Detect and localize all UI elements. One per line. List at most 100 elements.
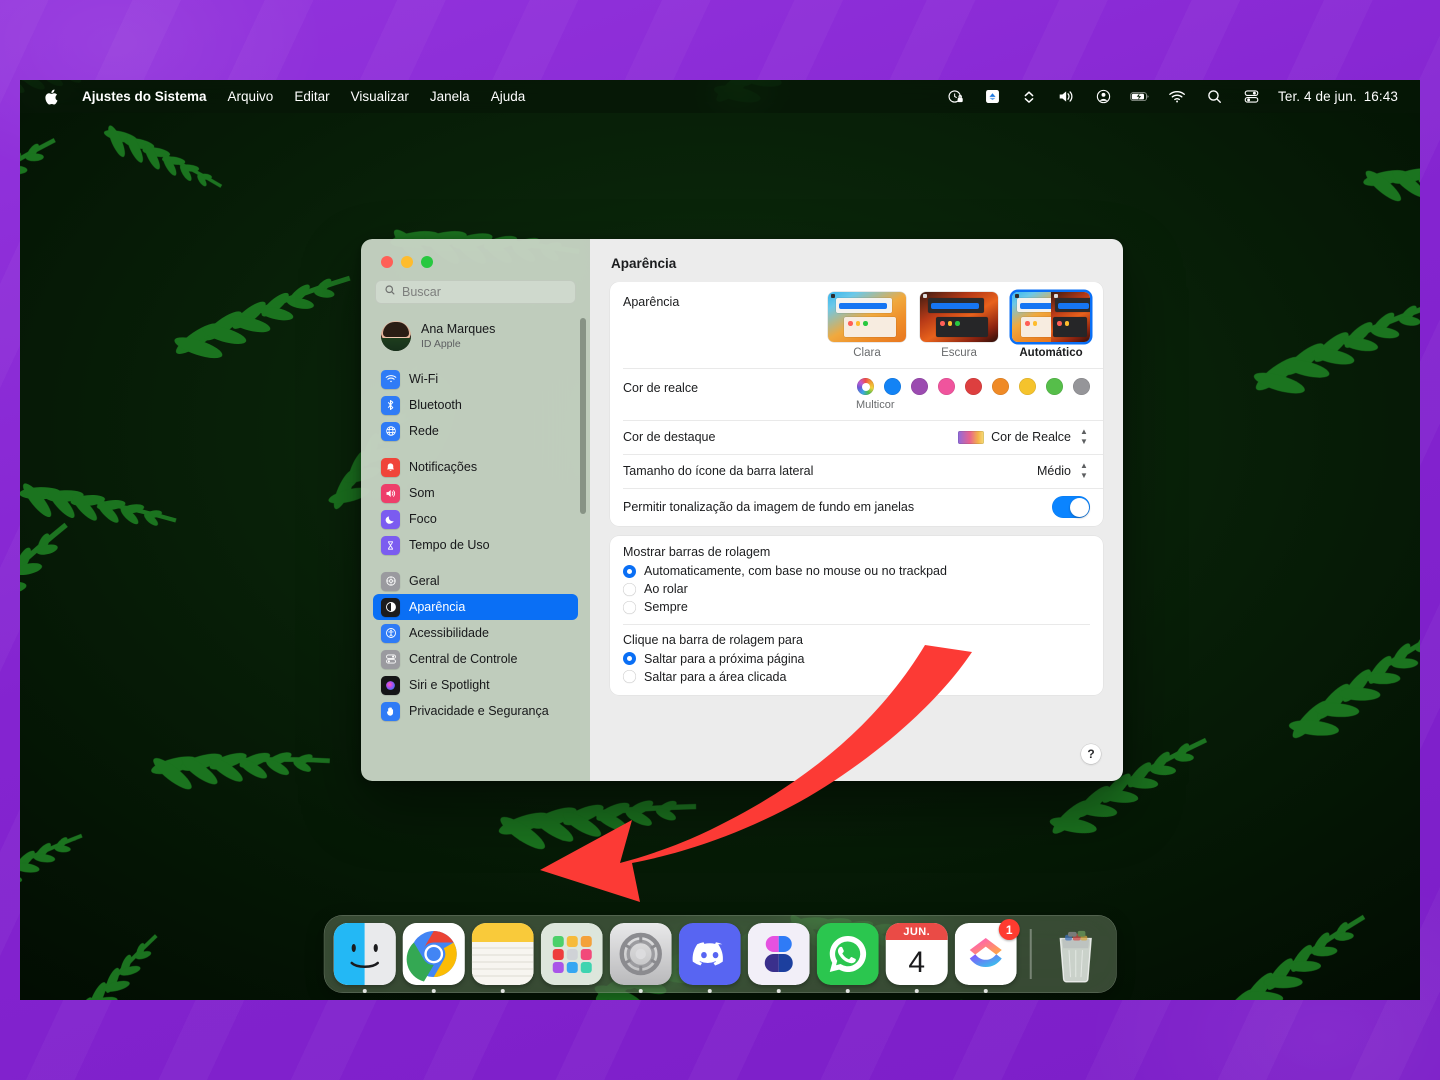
chevron-updown-icon[interactable]: ▲ ▼ (1078, 462, 1090, 480)
trash-icon (1044, 923, 1106, 985)
accessibility-icon (381, 623, 400, 643)
dock-item-figma-like[interactable] (747, 923, 810, 993)
sidebar-item-som[interactable]: Som (373, 480, 578, 506)
highlight-color-row[interactable]: Cor de destaque Cor de Realce ▲ ▼ (610, 420, 1103, 454)
apple-account-row[interactable]: Ana Marques ID Apple (373, 316, 578, 356)
radio-option-clicked-spot[interactable]: Saltar para a área clicada (623, 668, 1090, 686)
accent-color-swatches (857, 378, 1090, 395)
radio-icon (623, 670, 636, 683)
sidebar-item-acessibilidade[interactable]: Acessibilidade (373, 620, 578, 646)
accent-swatch-green[interactable] (1046, 378, 1063, 395)
menubar-date: Ter. 4 de jun. (1278, 89, 1357, 104)
sidebar-icon-size-row[interactable]: Tamanho do ícone da barra lateral Médio … (610, 454, 1103, 488)
sidebar-scroll-area[interactable]: Ana Marques ID Apple Wi-Fi Bluetooth Red… (361, 304, 590, 781)
sidebar-item-privacidade-e-seguranca[interactable]: Privacidade e Segurança (373, 698, 578, 724)
theme-option-escura[interactable]: Escura (920, 292, 998, 359)
search-input[interactable]: Buscar (375, 280, 576, 304)
theme-label: Automático (1019, 347, 1083, 359)
account-name: Ana Marques (421, 322, 496, 337)
discord-icon (678, 923, 741, 985)
sidebar-group-connectivity: Wi-Fi Bluetooth Rede (361, 366, 590, 444)
radio-label: Saltar para a área clicada (644, 669, 787, 684)
dock-item-launchpad[interactable] (540, 923, 603, 985)
theme-option-automatico[interactable]: Automático (1012, 292, 1090, 359)
accent-swatch-red[interactable] (965, 378, 982, 395)
sidebar-item-siri-e-spotlight[interactable]: Siri e Spotlight (373, 672, 578, 698)
sidebar-scrollbar[interactable] (580, 318, 586, 514)
sidebar-group-system: Geral Aparência Acessibilidade Central d… (361, 568, 590, 724)
radio-option-always[interactable]: Sempre (623, 598, 1090, 616)
window-traffic-lights (361, 239, 590, 268)
running-indicator (914, 989, 919, 993)
accent-swatch-purple[interactable] (911, 378, 928, 395)
dock-item-calendar[interactable]: JUN. 4 (885, 923, 948, 993)
dock-item-chrome[interactable] (402, 923, 465, 993)
dock-item-clickup[interactable]: 1 (954, 919, 1020, 993)
minimize-button[interactable] (401, 256, 413, 268)
search-icon[interactable] (1204, 87, 1224, 106)
radio-option-automatic[interactable]: Automaticamente, com base no mouse ou no… (623, 562, 1090, 580)
screen-time-lock-icon[interactable] (945, 87, 965, 106)
accent-swatch-pink[interactable] (938, 378, 955, 395)
accent-swatch-multicolor[interactable] (857, 378, 874, 395)
launchpad-icon (540, 923, 603, 985)
sidebar-item-label: Privacidade e Segurança (409, 704, 549, 718)
theme-options: Clara Escura Automático (828, 292, 1090, 359)
updates-chevrons-icon[interactable] (1019, 87, 1039, 106)
avatar (381, 321, 411, 351)
dock-item-finder[interactable] (333, 923, 396, 993)
chevron-updown-icon[interactable]: ▲ ▼ (1078, 428, 1090, 446)
sidebar-item-central-de-controle[interactable]: Central de Controle (373, 646, 578, 672)
highlight-color-value: Cor de Realce (991, 430, 1071, 444)
control-center-icon[interactable] (1241, 87, 1261, 106)
sidebar-item-notificacoes[interactable]: Notificações (373, 454, 578, 480)
app-icon (747, 923, 810, 985)
menubar-clock[interactable]: Ter. 4 de jun. 16:43 (1278, 89, 1398, 104)
dock-item-system-settings[interactable] (609, 923, 672, 993)
dropbox-icon[interactable] (982, 87, 1002, 106)
sidebar-item-rede[interactable]: Rede (373, 418, 578, 444)
maximize-button[interactable] (421, 256, 433, 268)
wifi-icon[interactable] (1167, 87, 1187, 106)
dock-item-whatsapp[interactable] (816, 923, 879, 993)
sidebar-item-foco[interactable]: Foco (373, 506, 578, 532)
dock-item-notes[interactable] (471, 923, 534, 993)
apple-logo-icon[interactable] (45, 88, 61, 106)
sidebar-item-tempo-de-uso[interactable]: Tempo de Uso (373, 532, 578, 558)
close-button[interactable] (381, 256, 393, 268)
dock-item-discord[interactable] (678, 923, 741, 993)
menu-arquivo[interactable]: Arquivo (228, 89, 274, 104)
help-button[interactable]: ? (1081, 744, 1101, 764)
wallpaper-tinting-toggle[interactable] (1052, 496, 1090, 518)
accent-swatch-yellow[interactable] (1019, 378, 1036, 395)
user-account-icon[interactable] (1093, 87, 1113, 106)
radio-option-when-scrolling[interactable]: Ao rolar (623, 580, 1090, 598)
radio-option-next-page[interactable]: Saltar para a próxima página (623, 650, 1090, 668)
sidebar-item-aparencia[interactable]: Aparência (373, 594, 578, 620)
sidebar-item-wifi[interactable]: Wi-Fi (373, 366, 578, 392)
menu-ajustes-do-sistema[interactable]: Ajustes do Sistema (82, 89, 207, 104)
menu-ajuda[interactable]: Ajuda (491, 89, 526, 104)
dock-item-trash[interactable] (1044, 923, 1106, 985)
sidebar-item-label: Acessibilidade (409, 626, 489, 640)
accent-swatch-gray[interactable] (1073, 378, 1090, 395)
screen-time-hourglass-icon (381, 535, 400, 555)
wifi-icon (381, 369, 400, 389)
menu-janela[interactable]: Janela (430, 89, 470, 104)
sidebar-item-bluetooth[interactable]: Bluetooth (373, 392, 578, 418)
sidebar-item-label: Rede (409, 424, 439, 438)
sidebar-item-geral[interactable]: Geral (373, 568, 578, 594)
radio-icon (623, 600, 636, 614)
accent-swatch-orange[interactable] (992, 378, 1009, 395)
menu-visualizar[interactable]: Visualizar (351, 89, 409, 104)
calendar-month: JUN. (885, 923, 948, 940)
menu-editar[interactable]: Editar (294, 89, 329, 104)
battery-charging-icon[interactable] (1130, 87, 1150, 106)
theme-option-clara[interactable]: Clara (828, 292, 906, 359)
running-indicator (638, 989, 643, 993)
general-gear-icon (381, 571, 400, 591)
volume-icon[interactable] (1056, 87, 1076, 106)
accent-swatch-blue[interactable] (884, 378, 901, 395)
appearance-row: Aparência Clara Escura Automático (610, 282, 1103, 368)
search-placeholder: Buscar (402, 285, 441, 299)
